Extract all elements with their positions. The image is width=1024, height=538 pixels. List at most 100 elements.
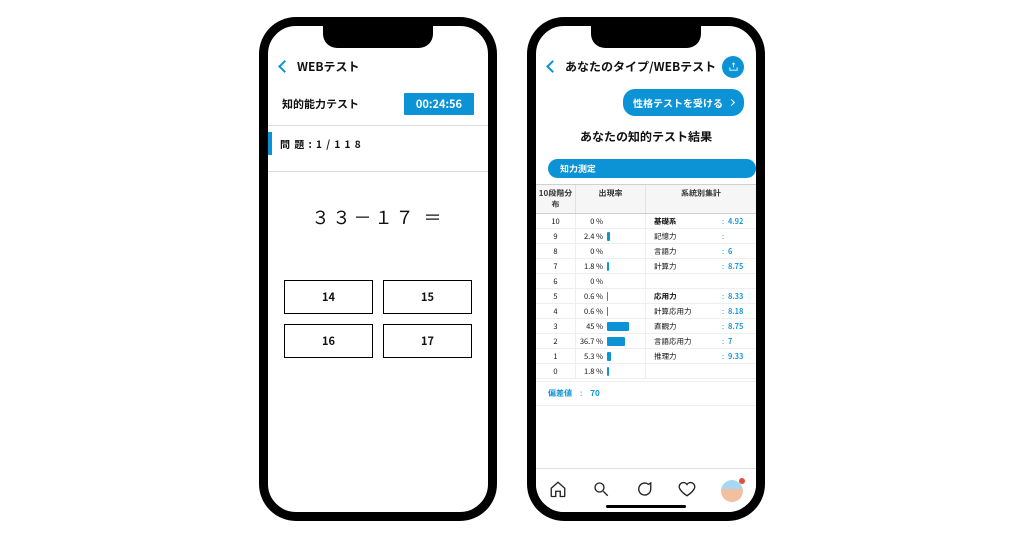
stat-label: 記憶力 bbox=[654, 231, 718, 242]
dist-percent: 0 % bbox=[576, 244, 606, 258]
dist-level: 6 bbox=[536, 274, 576, 288]
stat-row bbox=[646, 364, 756, 379]
stat-row: 記憶力: bbox=[646, 229, 756, 244]
dist-bar bbox=[607, 367, 609, 376]
stat-value: 8.75 bbox=[728, 261, 756, 272]
distribution-row: 15.3 % bbox=[536, 349, 646, 364]
notch bbox=[591, 26, 701, 48]
tab-home[interactable] bbox=[549, 479, 567, 503]
tab-search[interactable] bbox=[592, 479, 610, 503]
share-icon bbox=[728, 61, 739, 72]
dist-bar-wrap bbox=[606, 214, 646, 228]
col-header-rate: 出現率 bbox=[576, 185, 646, 213]
dist-bar bbox=[607, 337, 625, 346]
distribution-row: 92.4 % bbox=[536, 229, 646, 244]
dist-level: 8 bbox=[536, 244, 576, 258]
tab-favorites[interactable] bbox=[678, 479, 696, 503]
back-icon[interactable] bbox=[546, 60, 559, 73]
distribution-row: 01.8 % bbox=[536, 364, 646, 379]
dist-bar bbox=[607, 292, 608, 301]
section-badge: 知力測定 bbox=[548, 159, 756, 178]
dist-level: 3 bbox=[536, 319, 576, 333]
dist-percent: 5.3 % bbox=[576, 349, 606, 363]
stats-column: 基礎系:4.92記憶力:言語力:6計算力:8.75応用力:8.33計算応用力:8… bbox=[646, 214, 756, 379]
stat-label: 直観力 bbox=[654, 321, 718, 332]
result-title: あなたの知的テスト結果 bbox=[536, 128, 756, 145]
table-header: 10段階分布 出現率 系統別集計 bbox=[536, 184, 756, 214]
stat-row: 直観力:8.75 bbox=[646, 319, 756, 334]
stat-value: 8.75 bbox=[728, 321, 756, 332]
phone-right: あなたのタイプ/WEBテスト 性格テストを受ける あなたの知的テスト結果 知力測… bbox=[528, 18, 764, 520]
subheader: 知的能力テスト 00:24:56 bbox=[268, 83, 488, 115]
dist-bar-wrap bbox=[606, 364, 646, 378]
stat-row: 言語力:6 bbox=[646, 244, 756, 259]
dist-percent: 0.6 % bbox=[576, 304, 606, 318]
question-text: ３３－１７ ＝ bbox=[268, 204, 488, 230]
divider bbox=[268, 125, 488, 126]
distribution-row: 100 % bbox=[536, 214, 646, 229]
dist-percent: 45 % bbox=[576, 319, 606, 333]
dist-bar bbox=[607, 322, 629, 331]
stat-row: 言語応用力:7 bbox=[646, 334, 756, 349]
answer-option[interactable]: 17 bbox=[383, 324, 472, 358]
stat-value: 4.92 bbox=[728, 216, 756, 227]
tab-profile[interactable] bbox=[721, 480, 743, 502]
stat-label: 計算力 bbox=[654, 261, 718, 272]
chat-icon bbox=[635, 480, 653, 498]
stat-label: 応用力 bbox=[654, 291, 718, 302]
divider bbox=[268, 171, 488, 172]
distribution-column: 100 %92.4 %80 %71.8 %60 %50.6 %40.6 %345… bbox=[536, 214, 646, 379]
personality-test-button[interactable]: 性格テストを受ける bbox=[623, 89, 744, 116]
answer-grid: 14 15 16 17 bbox=[268, 280, 488, 358]
stat-row: 計算応用力:8.18 bbox=[646, 304, 756, 319]
home-indicator bbox=[606, 505, 686, 508]
stat-row: 応用力:8.33 bbox=[646, 289, 756, 304]
distribution-row: 80 % bbox=[536, 244, 646, 259]
answer-option[interactable]: 15 bbox=[383, 280, 472, 314]
tab-chat[interactable] bbox=[635, 479, 653, 503]
dist-bar bbox=[607, 232, 610, 241]
page-title: あなたのタイプ/WEBテスト bbox=[565, 58, 716, 75]
search-icon bbox=[592, 480, 610, 498]
heart-icon bbox=[678, 480, 696, 498]
stat-label: 推理力 bbox=[654, 351, 718, 362]
back-icon[interactable] bbox=[278, 60, 291, 73]
dist-bar bbox=[607, 352, 611, 361]
answer-option[interactable]: 16 bbox=[284, 324, 373, 358]
deviation-value: 70 bbox=[590, 388, 599, 399]
dist-bar-wrap bbox=[606, 319, 646, 333]
share-button[interactable] bbox=[722, 56, 744, 78]
page-title: WEBテスト bbox=[297, 58, 360, 75]
phone-left: WEBテスト 知的能力テスト 00:24:56 問 題 : 1 / 1 1 8 … bbox=[260, 18, 496, 520]
dist-level: 5 bbox=[536, 289, 576, 303]
stat-value: 8.33 bbox=[728, 291, 756, 302]
dist-bar-wrap bbox=[606, 274, 646, 288]
distribution-row: 40.6 % bbox=[536, 304, 646, 319]
answer-option[interactable]: 14 bbox=[284, 280, 373, 314]
stat-value: 9.33 bbox=[728, 351, 756, 362]
screen-right: あなたのタイプ/WEBテスト 性格テストを受ける あなたの知的テスト結果 知力測… bbox=[536, 26, 756, 512]
dist-percent: 1.8 % bbox=[576, 364, 606, 378]
dist-level: 1 bbox=[536, 349, 576, 363]
test-name: 知的能力テスト bbox=[282, 96, 359, 112]
dist-level: 7 bbox=[536, 259, 576, 273]
distribution-row: 71.8 % bbox=[536, 259, 646, 274]
dist-bar bbox=[607, 262, 609, 271]
home-icon bbox=[549, 480, 567, 498]
distribution-row: 50.6 % bbox=[536, 289, 646, 304]
notch bbox=[323, 26, 433, 48]
deviation-row: 偏差値 : 70 bbox=[536, 381, 756, 406]
stat-label: 基礎系 bbox=[654, 216, 718, 227]
dist-percent: 0 % bbox=[576, 214, 606, 228]
screen-left: WEBテスト 知的能力テスト 00:24:56 問 題 : 1 / 1 1 8 … bbox=[268, 26, 488, 512]
dist-bar-wrap bbox=[606, 259, 646, 273]
cta-label: 性格テストを受ける bbox=[633, 95, 723, 110]
deviation-label: 偏差値 bbox=[548, 388, 572, 399]
avatar-icon bbox=[721, 480, 743, 502]
header: WEBテスト bbox=[268, 52, 488, 83]
stat-label: 言語力 bbox=[654, 246, 718, 257]
dist-percent: 36.7 % bbox=[576, 334, 606, 348]
chevron-right-icon bbox=[728, 99, 735, 106]
stat-row: 推理力:9.33 bbox=[646, 349, 756, 364]
dist-bar-wrap bbox=[606, 349, 646, 363]
